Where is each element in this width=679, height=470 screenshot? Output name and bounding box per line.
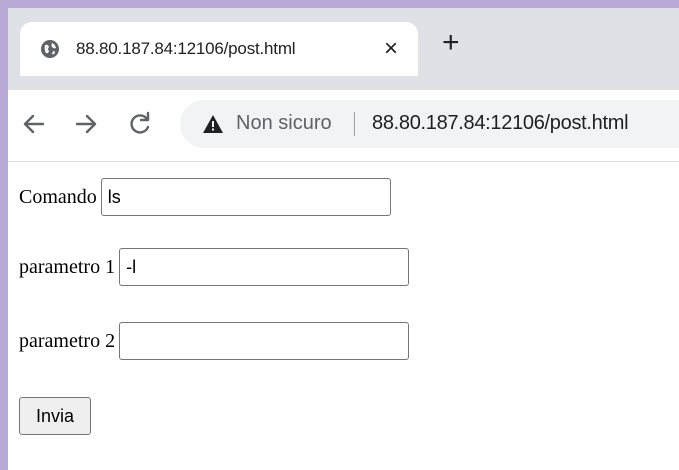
tab-strip: 88.80.187.84:12106/post.html × + (8, 8, 679, 90)
parametro-2-input[interactable] (119, 322, 410, 360)
parametro-2-row: parametro 2 (19, 322, 410, 360)
comando-row: Comando ls (19, 178, 391, 216)
security-status-label[interactable]: Non sicuro (236, 112, 332, 135)
window-frame-left (0, 0, 8, 470)
tab-close-icon[interactable]: × (384, 34, 398, 64)
browser-tab[interactable]: 88.80.187.84:12106/post.html × (20, 22, 418, 76)
tab-title: 88.80.187.84:12106/post.html (76, 39, 296, 58)
new-tab-icon[interactable]: + (442, 28, 460, 58)
back-arrow-icon[interactable] (20, 110, 48, 138)
reload-icon[interactable] (126, 110, 154, 138)
address-bar[interactable]: Non sicuro 88.80.187.84:12106/post.html (180, 100, 679, 148)
browser-toolbar: Non sicuro 88.80.187.84:12106/post.html (8, 90, 679, 162)
omnibox-divider (354, 112, 355, 136)
page-content: Comando ls parametro 1 -l parametro 2 Invi… (8, 162, 679, 470)
comando-label: Comando (19, 185, 97, 208)
parametro-1-label: parametro 1 (19, 255, 116, 278)
comando-input[interactable]: ls (100, 178, 391, 216)
warning-icon[interactable] (202, 113, 224, 135)
globe-icon (41, 40, 59, 58)
url-text[interactable]: 88.80.187.84:12106/post.html (372, 112, 629, 135)
invia-button[interactable]: Invia (19, 397, 91, 435)
parametro-2-label: parametro 2 (19, 329, 116, 352)
window-frame-top (0, 0, 679, 8)
forward-arrow-icon[interactable] (72, 110, 100, 138)
parametro-1-row: parametro 1 -l (19, 248, 410, 286)
parametro-1-input[interactable]: -l (119, 248, 410, 286)
